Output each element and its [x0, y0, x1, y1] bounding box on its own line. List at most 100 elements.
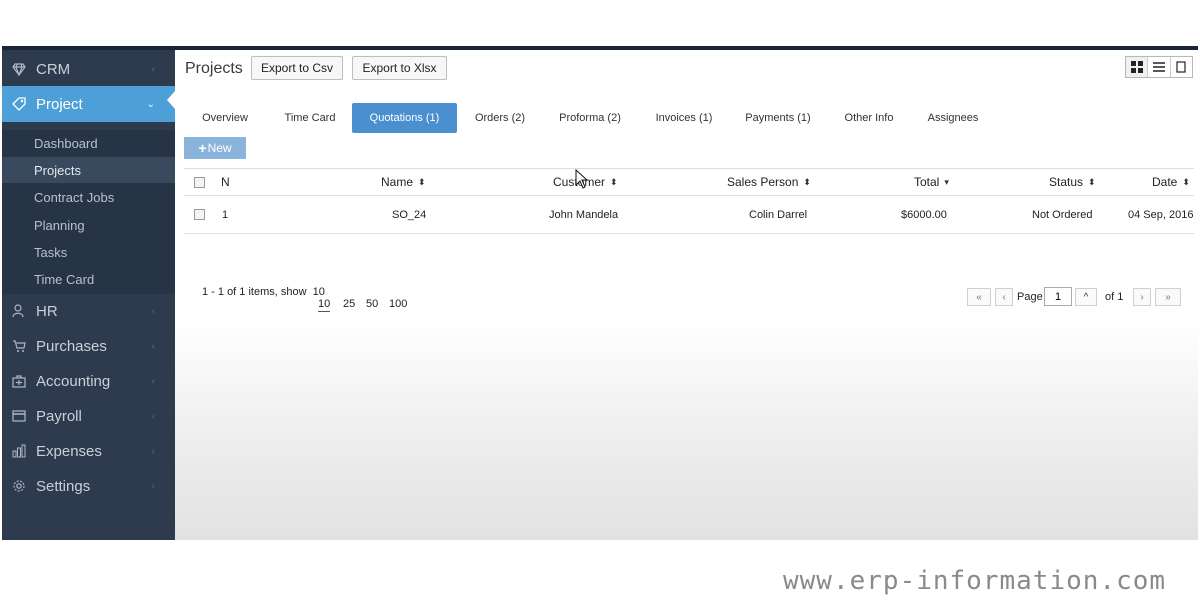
nav-item-purchases[interactable]: Purchases ‹: [2, 329, 175, 363]
page-size-option[interactable]: 10: [318, 298, 331, 312]
cell-total: $6000.00: [901, 208, 947, 221]
chevron-left-icon: ‹: [151, 340, 155, 352]
column-header-date[interactable]: Date ⬍: [1152, 169, 1190, 195]
app-window: CRM ‹ Project ⌄ Dashboard Projects Contr…: [2, 46, 1198, 540]
table-header: N Name⬍ Customer⬍ Sales Person⬍ Total▾ S…: [184, 168, 1194, 196]
page-size-option[interactable]: 100: [389, 298, 407, 310]
nav-item-hr[interactable]: HR ‹: [2, 294, 175, 328]
sort-icon: ⬍: [418, 176, 426, 187]
chevron-left-icon: ‹: [151, 410, 155, 422]
bar-chart-icon: [10, 443, 28, 459]
nav-label: Settings: [36, 477, 91, 495]
column-header-n[interactable]: N: [221, 169, 230, 195]
page-size-option[interactable]: 50: [366, 298, 378, 310]
column-header-name[interactable]: Name ⬍: [381, 169, 426, 195]
nav-label: Payroll: [36, 407, 82, 425]
tab-quotations[interactable]: Quotations (1): [352, 103, 457, 133]
quotations-table: N Name⬍ Customer⬍ Sales Person⬍ Total▾ S…: [184, 168, 1194, 234]
nav-label: Accounting: [36, 372, 111, 390]
tab-overview[interactable]: Overview: [189, 103, 261, 133]
main-content: Projects Export to Csv Export to Xlsx Ov…: [175, 50, 1198, 540]
page-number-input[interactable]: 1: [1044, 287, 1072, 306]
watermark: www.erp-information.com: [783, 566, 1167, 596]
nav-item-crm[interactable]: CRM ‹: [2, 52, 175, 86]
sort-icon: ⬍: [1088, 176, 1096, 187]
submenu-planning[interactable]: Planning: [2, 212, 175, 238]
page-size-option[interactable]: 25: [343, 298, 355, 310]
card-icon: [10, 408, 28, 424]
sort-icon: ⬍: [1182, 176, 1190, 187]
export-xlsx-button[interactable]: Export to Xlsx: [352, 56, 447, 80]
page-total: of 1: [1105, 291, 1124, 303]
select-all-checkbox[interactable]: [194, 169, 205, 195]
page-title: Projects: [185, 60, 243, 77]
list-view-icon[interactable]: [1148, 57, 1171, 77]
nav-label: Purchases: [36, 337, 107, 355]
nav-item-accounting[interactable]: Accounting ‹: [2, 364, 175, 398]
cell-status: Not Ordered: [1032, 208, 1093, 221]
active-indicator: [167, 91, 175, 109]
nav-item-payroll[interactable]: Payroll ‹: [2, 399, 175, 433]
nav-label: Project: [36, 95, 83, 113]
nav-label: Expenses: [36, 442, 102, 460]
grid-view-icon[interactable]: [1126, 57, 1149, 77]
page-size-current[interactable]: 10: [313, 286, 325, 298]
submenu-tasks[interactable]: Tasks: [2, 239, 175, 265]
column-header-total[interactable]: Total ▾: [914, 169, 949, 195]
column-header-sales-person[interactable]: Sales Person ⬍: [727, 169, 811, 195]
export-csv-button[interactable]: Export to Csv: [251, 56, 343, 80]
diamond-icon: [10, 61, 28, 77]
submenu-contract-jobs[interactable]: Contract Jobs: [2, 184, 175, 210]
cell-sales-person: Colin Darrel: [749, 208, 808, 221]
plus-icon: +: [198, 140, 207, 156]
cart-icon: [10, 338, 28, 354]
nav-item-project[interactable]: Project ⌄: [2, 86, 175, 122]
cell-date: 04 Sep, 2016: [1128, 208, 1194, 221]
chevron-up-icon[interactable]: ^: [1075, 288, 1097, 306]
tab-orders[interactable]: Orders (2): [465, 103, 535, 133]
tab-other-info[interactable]: Other Info: [833, 103, 905, 133]
chevron-left-icon: ‹: [151, 63, 155, 75]
nav-item-settings[interactable]: Settings ‹: [2, 469, 175, 503]
sort-icon: ⬍: [610, 176, 618, 187]
chevron-left-icon: ‹: [151, 445, 155, 457]
table-row[interactable]: 1 SO_24 John Mandela Colin Darrel $6000.…: [184, 196, 1194, 234]
mouse-cursor-icon: [575, 169, 589, 189]
new-button[interactable]: + New: [184, 137, 246, 159]
chevron-down-icon: ⌄: [146, 98, 155, 110]
next-page-icon[interactable]: ›: [1133, 288, 1151, 306]
chevron-left-icon: ‹: [151, 480, 155, 492]
chevron-left-icon: ‹: [151, 375, 155, 387]
submenu-time-card[interactable]: Time Card: [2, 266, 175, 292]
submenu-projects[interactable]: Projects: [2, 157, 175, 183]
column-header-status[interactable]: Status ⬍: [1049, 169, 1096, 195]
cell-n: 1: [222, 208, 229, 221]
chevron-left-icon: ‹: [151, 305, 155, 317]
page-label: Page: [1017, 291, 1043, 303]
tag-icon: [10, 96, 28, 112]
tab-proforma[interactable]: Proforma (2): [547, 103, 633, 133]
briefcase-icon: [10, 373, 28, 389]
project-submenu: Dashboard Projects Contract Jobs Plannin…: [2, 130, 175, 294]
cell-name: SO_24: [392, 208, 427, 221]
row-checkbox[interactable]: [194, 196, 205, 233]
submenu-dashboard[interactable]: Dashboard: [2, 130, 175, 156]
sidebar: CRM ‹ Project ⌄ Dashboard Projects Contr…: [2, 50, 175, 540]
prev-page-icon[interactable]: ‹: [995, 288, 1013, 306]
sort-icon: ⬍: [803, 176, 811, 187]
cell-customer: John Mandela: [549, 208, 619, 221]
nav-label: HR: [36, 302, 58, 320]
tab-invoices[interactable]: Invoices (1): [645, 103, 723, 133]
form-view-icon[interactable]: [1171, 57, 1192, 77]
pager-summary: 1 - 1 of 1 items, show 10: [202, 286, 325, 298]
sort-desc-icon: ▾: [944, 176, 949, 187]
view-toggle-group: [1125, 56, 1193, 78]
tab-assignees[interactable]: Assignees: [917, 103, 989, 133]
tab-payments[interactable]: Payments (1): [735, 103, 821, 133]
nav-item-expenses[interactable]: Expenses ‹: [2, 434, 175, 468]
people-icon: [10, 303, 28, 319]
first-page-icon[interactable]: «: [967, 288, 991, 306]
last-page-icon[interactable]: »: [1155, 288, 1181, 306]
tab-time-card[interactable]: Time Card: [275, 103, 345, 133]
new-button-label: New: [207, 141, 232, 155]
